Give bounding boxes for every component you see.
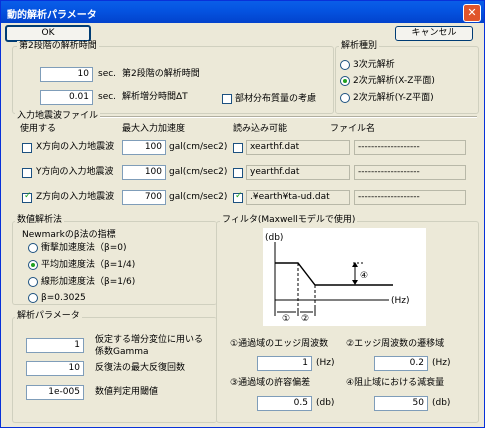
transition-input[interactable]: 0.2 (374, 356, 428, 371)
z-wave-readable-checkbox[interactable] (233, 191, 243, 203)
col-header-filename: ファイル名 (330, 124, 376, 134)
params-group-title: 解析パラメータ (15, 311, 82, 322)
y-wave-unit: gal(cm/sec2) (169, 167, 228, 177)
z-wave-unit: gal(cm/sec2) (169, 192, 228, 202)
x-wave-label: X方向の入力地震波 (36, 142, 115, 152)
filter-diagram: (db) (Hz) ④ ① ② (263, 228, 426, 326)
numerical-group-title: 数値解析法 (15, 215, 65, 226)
ok-button-label: OK (41, 28, 55, 38)
max-iter-label: 反復法の最大反復回数 (95, 363, 186, 373)
analysis-type-radio-xz[interactable] (340, 76, 350, 86)
newmark-radio-impulse[interactable] (28, 243, 38, 253)
stage2-duration-label: 第2段階の解析時間 (122, 69, 200, 79)
newmark-title: Newmarkのβ法の指標 (22, 230, 116, 240)
newmark-label-average: 平均加速度法（β=1/4) (41, 260, 136, 270)
gamma-label-line2: 係数Gamma (95, 347, 149, 357)
cancel-button[interactable]: キャンセル (395, 26, 473, 41)
y-wave-checkbox[interactable] (22, 168, 32, 178)
filter-y-label: (db) (265, 233, 283, 243)
newmark-label-linear: 線形加速度法（β=1/6) (41, 277, 136, 287)
filter-mark-2: ② (301, 314, 309, 324)
window-title: 動的解析パラメータ (7, 10, 97, 21)
analysis-type-radio-yz[interactable] (340, 93, 350, 103)
cancel-button-label: キャンセル (411, 28, 457, 38)
stage2-duration-input[interactable]: 10 (40, 67, 93, 82)
attenuation-unit: (db) (432, 398, 451, 408)
newmark-radio-average[interactable] (28, 260, 38, 270)
convergence-input[interactable]: 1e-005 (26, 385, 84, 400)
passband-freq-input[interactable]: 1 (257, 356, 312, 371)
y-wave-accel-input[interactable]: 100 (122, 165, 166, 180)
dialog-window: 動的解析パラメータ ✕ OK キャンセル 第2段階の解析時間 10 sec. 第… (0, 0, 485, 428)
x-wave-unit: gal(cm/sec2) (169, 142, 228, 152)
z-wave-accel-input[interactable]: 700 (122, 190, 166, 205)
col-header-max-accel: 最大入力加速度 (122, 124, 186, 134)
input-wave-group-title: 入力地震波ファイル (15, 111, 101, 122)
filter-response-curve (275, 262, 393, 286)
passband-freq-label: ①通過域のエッジ周波数 (230, 339, 329, 349)
y-wave-readable-checkbox[interactable] (233, 168, 243, 178)
transition-unit: (Hz) (432, 358, 451, 368)
attenuation-input[interactable]: 50 (374, 396, 428, 411)
gamma-label-line1: 仮定する増分変位に用いる (95, 335, 204, 345)
analysis-type-group-title: 解析種別 (339, 41, 380, 52)
filter-group-title: フィルタ(Maxwellモデルで使用) (220, 215, 358, 226)
close-icon: ✕ (467, 6, 477, 19)
stage2-timestep-unit: sec. (98, 92, 117, 102)
z-wave-name-field: ------------------- (354, 190, 466, 205)
attenuation-label: ④阻止域における減衰量 (346, 378, 445, 388)
title-bar: 動的解析パラメータ ✕ (1, 1, 484, 23)
analysis-type-radio-3d[interactable] (340, 60, 350, 70)
stage2-timestep-input[interactable]: 0.01 (40, 90, 93, 105)
filter-diagram-svg: (db) (Hz) ④ ① ② (265, 233, 410, 324)
z-wave-label: Z方向の入力地震波 (36, 192, 115, 202)
z-wave-file-field: .¥earth¥ta-ud.dat (246, 190, 350, 205)
analysis-type-label-3d: 3次元解析 (353, 60, 395, 70)
close-button[interactable]: ✕ (463, 4, 481, 22)
x-wave-name-field: ------------------- (354, 140, 466, 155)
stage2-timestep-label: 解析増分時間ΔT (122, 92, 188, 102)
analysis-type-label-yz: 2次元解析(Y-Z平面) (353, 93, 434, 103)
filter-mark-1: ① (282, 314, 290, 324)
x-wave-file-field: xearthf.dat (246, 140, 350, 155)
newmark-radio-linear[interactable] (28, 277, 38, 287)
passband-freq-unit: (Hz) (316, 358, 335, 368)
input-wave-separator (77, 116, 477, 118)
y-wave-label: Y方向の入力地震波 (36, 167, 114, 177)
filter-mark-4: ④ (360, 271, 368, 281)
newmark-label-custom: β=0.3025 (41, 293, 86, 303)
x-wave-accel-input[interactable]: 100 (122, 140, 166, 155)
distributed-mass-label: 部材分布質量の考慮 (235, 94, 317, 104)
convergence-label: 数値判定用閾値 (95, 387, 159, 397)
stage2-duration-unit: sec. (98, 69, 117, 79)
ripple-label: ③通過域の許容偏差 (230, 378, 311, 388)
ripple-unit: (db) (316, 398, 335, 408)
ok-button[interactable]: OK (5, 25, 91, 42)
analysis-type-label-xz: 2次元解析(X-Z平面) (353, 76, 435, 86)
newmark-radio-custom[interactable] (28, 293, 38, 303)
newmark-label-impulse: 衝撃加速度法（β=0) (41, 243, 127, 253)
x-wave-readable-checkbox[interactable] (233, 143, 243, 153)
filter-x-label: (Hz) (391, 296, 410, 306)
max-iter-input[interactable]: 10 (26, 361, 84, 376)
col-header-readable: 読み込み可能 (233, 124, 288, 134)
distributed-mass-checkbox[interactable] (222, 94, 232, 104)
y-wave-name-field: ------------------- (354, 165, 466, 180)
col-header-use: 使用する (20, 124, 57, 134)
stage2-group-title: 第2段階の解析時間 (17, 41, 99, 52)
gamma-input[interactable]: 1 (26, 338, 84, 353)
transition-label: ②エッジ周波数の遷移域 (346, 339, 445, 349)
z-wave-checkbox[interactable] (22, 191, 32, 203)
ripple-input[interactable]: 0.5 (257, 396, 312, 411)
y-wave-file-field: yearthf.dat (246, 165, 350, 180)
x-wave-checkbox[interactable] (22, 143, 32, 153)
